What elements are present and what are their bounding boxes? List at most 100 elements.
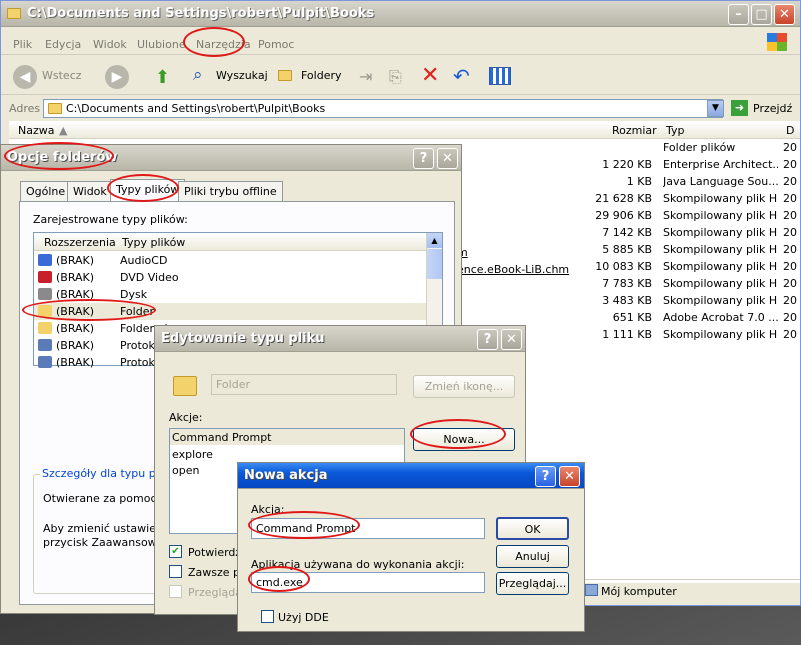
column-file-types[interactable]: Typy plików (122, 236, 185, 249)
address-dropdown-icon[interactable]: ▼ (707, 100, 724, 117)
list-item[interactable]: (BRAK) Folder (34, 303, 426, 320)
scroll-up-icon[interactable]: ▲ (427, 233, 442, 248)
address-input[interactable]: C:\Documents and Settings\robert\Pulpit\… (43, 99, 723, 118)
close-button[interactable]: ✕ (501, 329, 522, 350)
confirm-open-checkbox[interactable]: ✔ (169, 545, 182, 558)
application-input[interactable]: cmd.exe (251, 572, 485, 593)
menu-file[interactable]: Plik (13, 38, 32, 51)
tab-general[interactable]: Ogólne (20, 181, 72, 201)
type-cell: Skompilowany plik H... (663, 328, 778, 341)
opens-with-label: Otwierane za pomocą: (43, 492, 167, 505)
file-type-name-input[interactable]: Folder (211, 374, 397, 395)
column-name[interactable]: Nazwa (18, 124, 54, 137)
extension-cell: (BRAK) (56, 271, 95, 284)
folder-options-titlebar[interactable]: Opcje folderów ? ✕ (1, 145, 461, 171)
type-cell: Skompilowany plik H... (663, 226, 778, 239)
menu-edit[interactable]: Edycja (45, 38, 81, 51)
back-button[interactable]: Wstecz (42, 69, 82, 82)
size-cell: 3 483 KB (602, 294, 652, 307)
close-button[interactable]: ✕ (437, 148, 458, 169)
list-item[interactable]: (BRAK) Dysk (34, 286, 426, 303)
type-cell: Skompilowany plik H... (663, 294, 778, 307)
always-show-checkbox[interactable] (169, 565, 182, 578)
forward-arrow-icon[interactable]: ▶ (105, 65, 129, 89)
search-button[interactable]: Wyszukaj (216, 69, 268, 82)
help-button[interactable]: ? (477, 329, 498, 350)
tab-file-types[interactable]: Typy plików (110, 179, 186, 201)
menu-bar: Plik Edycja Widok Ulubione Narzędzia Pom… (1, 33, 800, 55)
menu-help[interactable]: Pomoc (258, 38, 294, 51)
tab-view[interactable]: Widok (67, 181, 113, 201)
search-icon[interactable]: ⌕ (193, 65, 203, 85)
type-cell: Skompilowany plik H... (663, 209, 778, 222)
partial-file-name[interactable]: ence.eBook-LiB.chm (457, 263, 569, 276)
menu-favorites[interactable]: Ulubione (137, 38, 186, 51)
file-type-cell: Folder (120, 305, 154, 318)
column-type[interactable]: Typ (666, 124, 685, 137)
close-button[interactable]: ✕ (559, 466, 580, 487)
date-cell: 20 (783, 209, 797, 222)
list-header: Nazwa ▲ Rozmiar Typ D (9, 121, 800, 139)
menu-view[interactable]: Widok (93, 38, 127, 51)
sort-ascending-icon: ▲ (59, 124, 68, 137)
file-type-icon (38, 339, 52, 351)
list-header: Rozszerzenia Typy plików (34, 233, 426, 251)
explorer-title: C:\Documents and Settings\robert\Pulpit\… (27, 6, 375, 21)
list-item[interactable]: Command Prompt (170, 429, 404, 445)
list-item[interactable]: (BRAK) DVD Video (34, 269, 426, 286)
copy-to-icon[interactable]: ⎘ (389, 67, 402, 87)
column-date[interactable]: D (786, 124, 794, 137)
folders-icon[interactable] (278, 70, 292, 81)
size-cell: 5 885 KB (602, 243, 652, 256)
menu-tools[interactable]: Narzędzia (196, 38, 251, 51)
address-bar: Adres C:\Documents and Settings\robert\P… (1, 97, 800, 119)
close-button[interactable]: ✕ (774, 4, 795, 25)
minimize-button[interactable]: – (728, 4, 749, 25)
help-button[interactable]: ? (535, 466, 556, 487)
folders-button[interactable]: Foldery (301, 69, 342, 82)
edit-file-type-titlebar[interactable]: Edytowanie typu pliku ? ✕ (155, 326, 525, 352)
type-cell: Skompilowany plik H... (663, 277, 778, 290)
type-cell: Skompilowany plik H... (663, 260, 778, 273)
maximize-button[interactable]: □ (751, 4, 772, 25)
registered-types-label: Zarejestrowane typy plików: (33, 213, 188, 226)
extension-cell: (BRAK) (56, 356, 95, 369)
extension-cell: (BRAK) (56, 339, 95, 352)
scroll-thumb[interactable] (427, 249, 442, 279)
list-item[interactable]: explore (170, 446, 404, 462)
help-button[interactable]: ? (413, 148, 434, 169)
action-label: Akcja: (251, 503, 285, 516)
go-button[interactable]: Przejdź (753, 102, 792, 115)
new-action-titlebar[interactable]: Nowa akcja ? ✕ (238, 463, 584, 489)
new-action-button[interactable]: Nowa... (413, 428, 515, 451)
action-name-input[interactable]: Command Prompt (251, 518, 485, 539)
size-cell: 29 906 KB (595, 209, 652, 222)
type-cell: Folder plików (663, 141, 736, 154)
views-icon[interactable] (489, 67, 511, 85)
go-arrow-icon[interactable]: ➜ (731, 100, 748, 116)
ok-button[interactable]: OK (496, 517, 569, 540)
column-extensions[interactable]: Rozszerzenia (44, 236, 116, 249)
size-cell: 21 628 KB (595, 192, 652, 205)
file-type-cell: Dysk (120, 288, 148, 301)
use-dde-label: Użyj DDE (278, 611, 329, 624)
delete-icon[interactable]: ✕ (421, 63, 439, 88)
change-icon-button[interactable]: Zmień ikonę... (413, 375, 515, 398)
browse-button[interactable]: Przeglądaj... (496, 572, 569, 595)
explorer-titlebar[interactable]: C:\Documents and Settings\robert\Pulpit\… (1, 1, 800, 27)
up-folder-icon[interactable]: ⬆ (155, 67, 170, 88)
date-cell: 20 (783, 328, 797, 341)
date-cell: 20 (783, 192, 797, 205)
browse-same-window-checkbox[interactable] (169, 585, 182, 598)
use-dde-checkbox[interactable] (261, 610, 274, 623)
file-type-icon (38, 305, 52, 317)
undo-icon[interactable]: ↶ (453, 64, 470, 88)
list-item[interactable]: (BRAK) AudioCD (34, 252, 426, 269)
back-arrow-icon[interactable]: ◀ (13, 65, 37, 89)
cancel-button[interactable]: Anuluj (496, 545, 569, 568)
move-to-icon[interactable]: ⇥ (359, 67, 372, 86)
windows-logo-icon (767, 33, 787, 51)
tab-offline-files[interactable]: Pliki trybu offline (178, 181, 283, 201)
column-size[interactable]: Rozmiar (612, 124, 657, 137)
folder-icon (7, 8, 21, 19)
